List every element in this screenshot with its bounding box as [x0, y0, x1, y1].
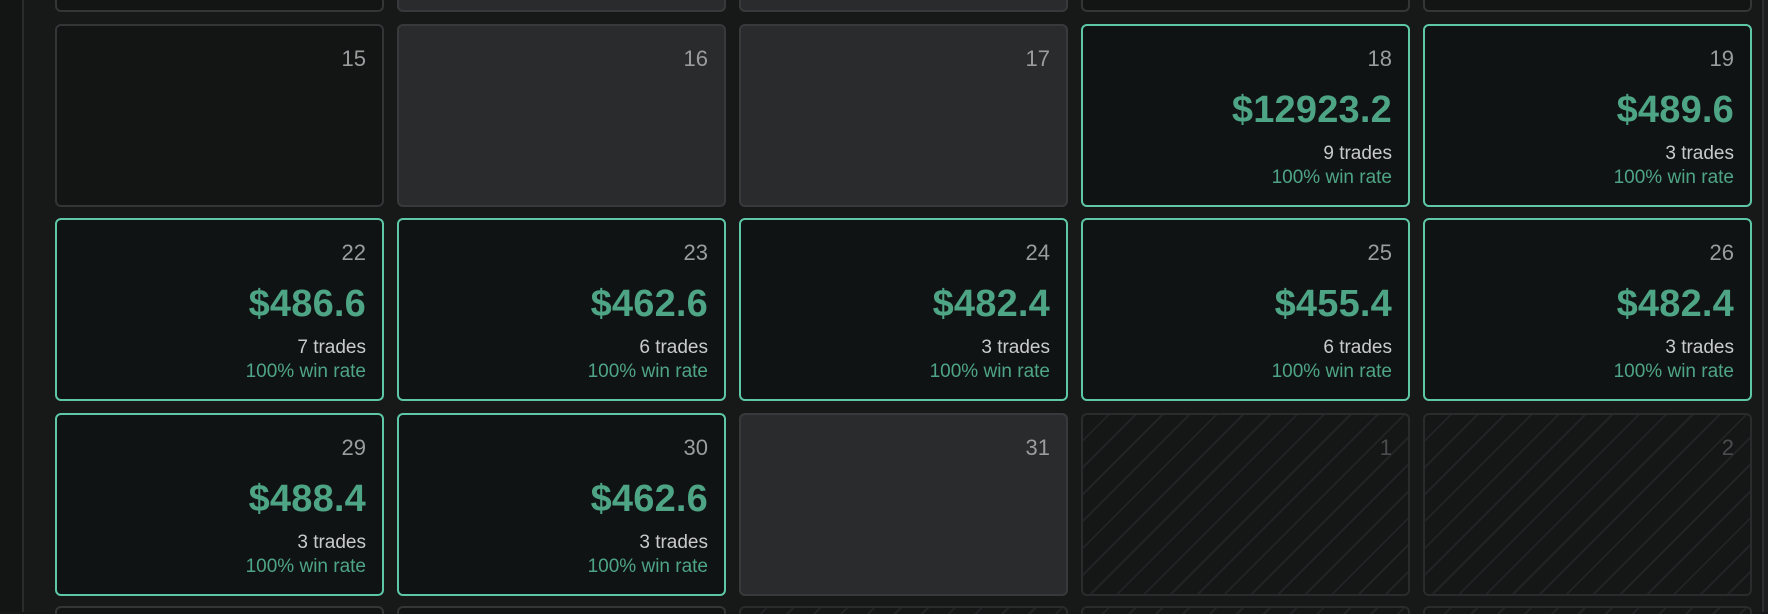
trade-count: 3 trades: [1665, 143, 1734, 164]
day-number: 22: [341, 240, 366, 265]
calendar-day-cell-partial[interactable]: [1423, 0, 1752, 12]
calendar-day-cell[interactable]: 29 $488.4 3 trades 100% win rate: [55, 413, 384, 596]
day-pnl: $455.4: [1274, 283, 1392, 325]
left-panel-edge: [0, 0, 24, 612]
day-pnl: $488.4: [248, 478, 366, 520]
calendar-day-cell[interactable]: 17: [739, 24, 1068, 207]
calendar-day-cell[interactable]: 30 $462.6 3 trades 100% win rate: [397, 413, 726, 596]
calendar-day-cell[interactable]: 19 $489.6 3 trades 100% win rate: [1423, 24, 1752, 207]
calendar-day-cell[interactable]: 22 $486.6 7 trades 100% win rate: [55, 218, 384, 401]
calendar-day-cell[interactable]: 25 $455.4 6 trades 100% win rate: [1081, 218, 1410, 401]
trade-count: 6 trades: [1323, 337, 1392, 358]
scrollbar-track[interactable]: [1762, 0, 1768, 612]
win-rate: 100% win rate: [245, 556, 366, 577]
calendar-day-cell[interactable]: 24 $482.4 3 trades 100% win rate: [739, 218, 1068, 401]
trade-count: 7 trades: [297, 337, 366, 358]
calendar-day-cell-partial: [1423, 606, 1752, 614]
win-rate: 100% win rate: [1613, 361, 1734, 382]
calendar-day-cell[interactable]: 16: [397, 24, 726, 207]
win-rate: 100% win rate: [587, 361, 708, 382]
win-rate: 100% win rate: [587, 556, 708, 577]
calendar-day-cell[interactable]: 31: [739, 413, 1068, 596]
calendar-day-cell-partial[interactable]: [739, 0, 1068, 12]
day-number: 30: [683, 435, 708, 460]
day-number: 2: [1721, 435, 1734, 460]
day-pnl: $462.6: [590, 478, 708, 520]
win-rate: 100% win rate: [929, 361, 1050, 382]
day-number: 29: [341, 435, 366, 460]
day-pnl: $489.6: [1616, 89, 1734, 131]
calendar-view: 15 16 17 18 $12923.2 9 trades 100% win r…: [0, 0, 1768, 614]
trade-count: 6 trades: [639, 337, 708, 358]
day-number: 1: [1379, 435, 1392, 460]
calendar-day-cell[interactable]: 23 $462.6 6 trades 100% win rate: [397, 218, 726, 401]
day-number: 15: [341, 46, 366, 71]
calendar-day-cell-partial[interactable]: [55, 0, 384, 12]
day-number: 23: [683, 240, 708, 265]
day-pnl: $486.6: [248, 283, 366, 325]
calendar-day-cell[interactable]: 15: [55, 24, 384, 207]
day-number: 16: [683, 46, 708, 71]
calendar-day-cell-partial[interactable]: [397, 0, 726, 12]
trade-count: 3 trades: [1665, 337, 1734, 358]
calendar-day-cell[interactable]: 26 $482.4 3 trades 100% win rate: [1423, 218, 1752, 401]
trade-count: 9 trades: [1323, 143, 1392, 164]
day-number: 18: [1367, 46, 1392, 71]
win-rate: 100% win rate: [1271, 361, 1392, 382]
day-pnl: $462.6: [590, 283, 708, 325]
calendar-day-cell-partial: [739, 606, 1068, 614]
day-pnl: $482.4: [1616, 283, 1734, 325]
calendar-day-cell-partial[interactable]: [1081, 0, 1410, 12]
day-pnl: $482.4: [932, 283, 1050, 325]
trade-count: 3 trades: [639, 532, 708, 553]
trade-count: 3 trades: [297, 532, 366, 553]
day-number: 17: [1025, 46, 1050, 71]
day-number: 19: [1709, 46, 1734, 71]
calendar-day-cell[interactable]: 18 $12923.2 9 trades 100% win rate: [1081, 24, 1410, 207]
win-rate: 100% win rate: [1613, 167, 1734, 188]
calendar-day-cell-partial[interactable]: [55, 606, 384, 614]
calendar-day-cell-outside-month: 1: [1081, 413, 1410, 596]
calendar-day-cell-outside-month: 2: [1423, 413, 1752, 596]
day-number: 26: [1709, 240, 1734, 265]
trade-count: 3 trades: [981, 337, 1050, 358]
win-rate: 100% win rate: [1271, 167, 1392, 188]
day-number: 25: [1367, 240, 1392, 265]
day-pnl: $12923.2: [1231, 89, 1392, 131]
calendar-day-cell-partial[interactable]: [397, 606, 726, 614]
calendar-day-cell-partial: [1081, 606, 1410, 614]
day-number: 24: [1025, 240, 1050, 265]
win-rate: 100% win rate: [245, 361, 366, 382]
day-number: 31: [1025, 435, 1050, 460]
